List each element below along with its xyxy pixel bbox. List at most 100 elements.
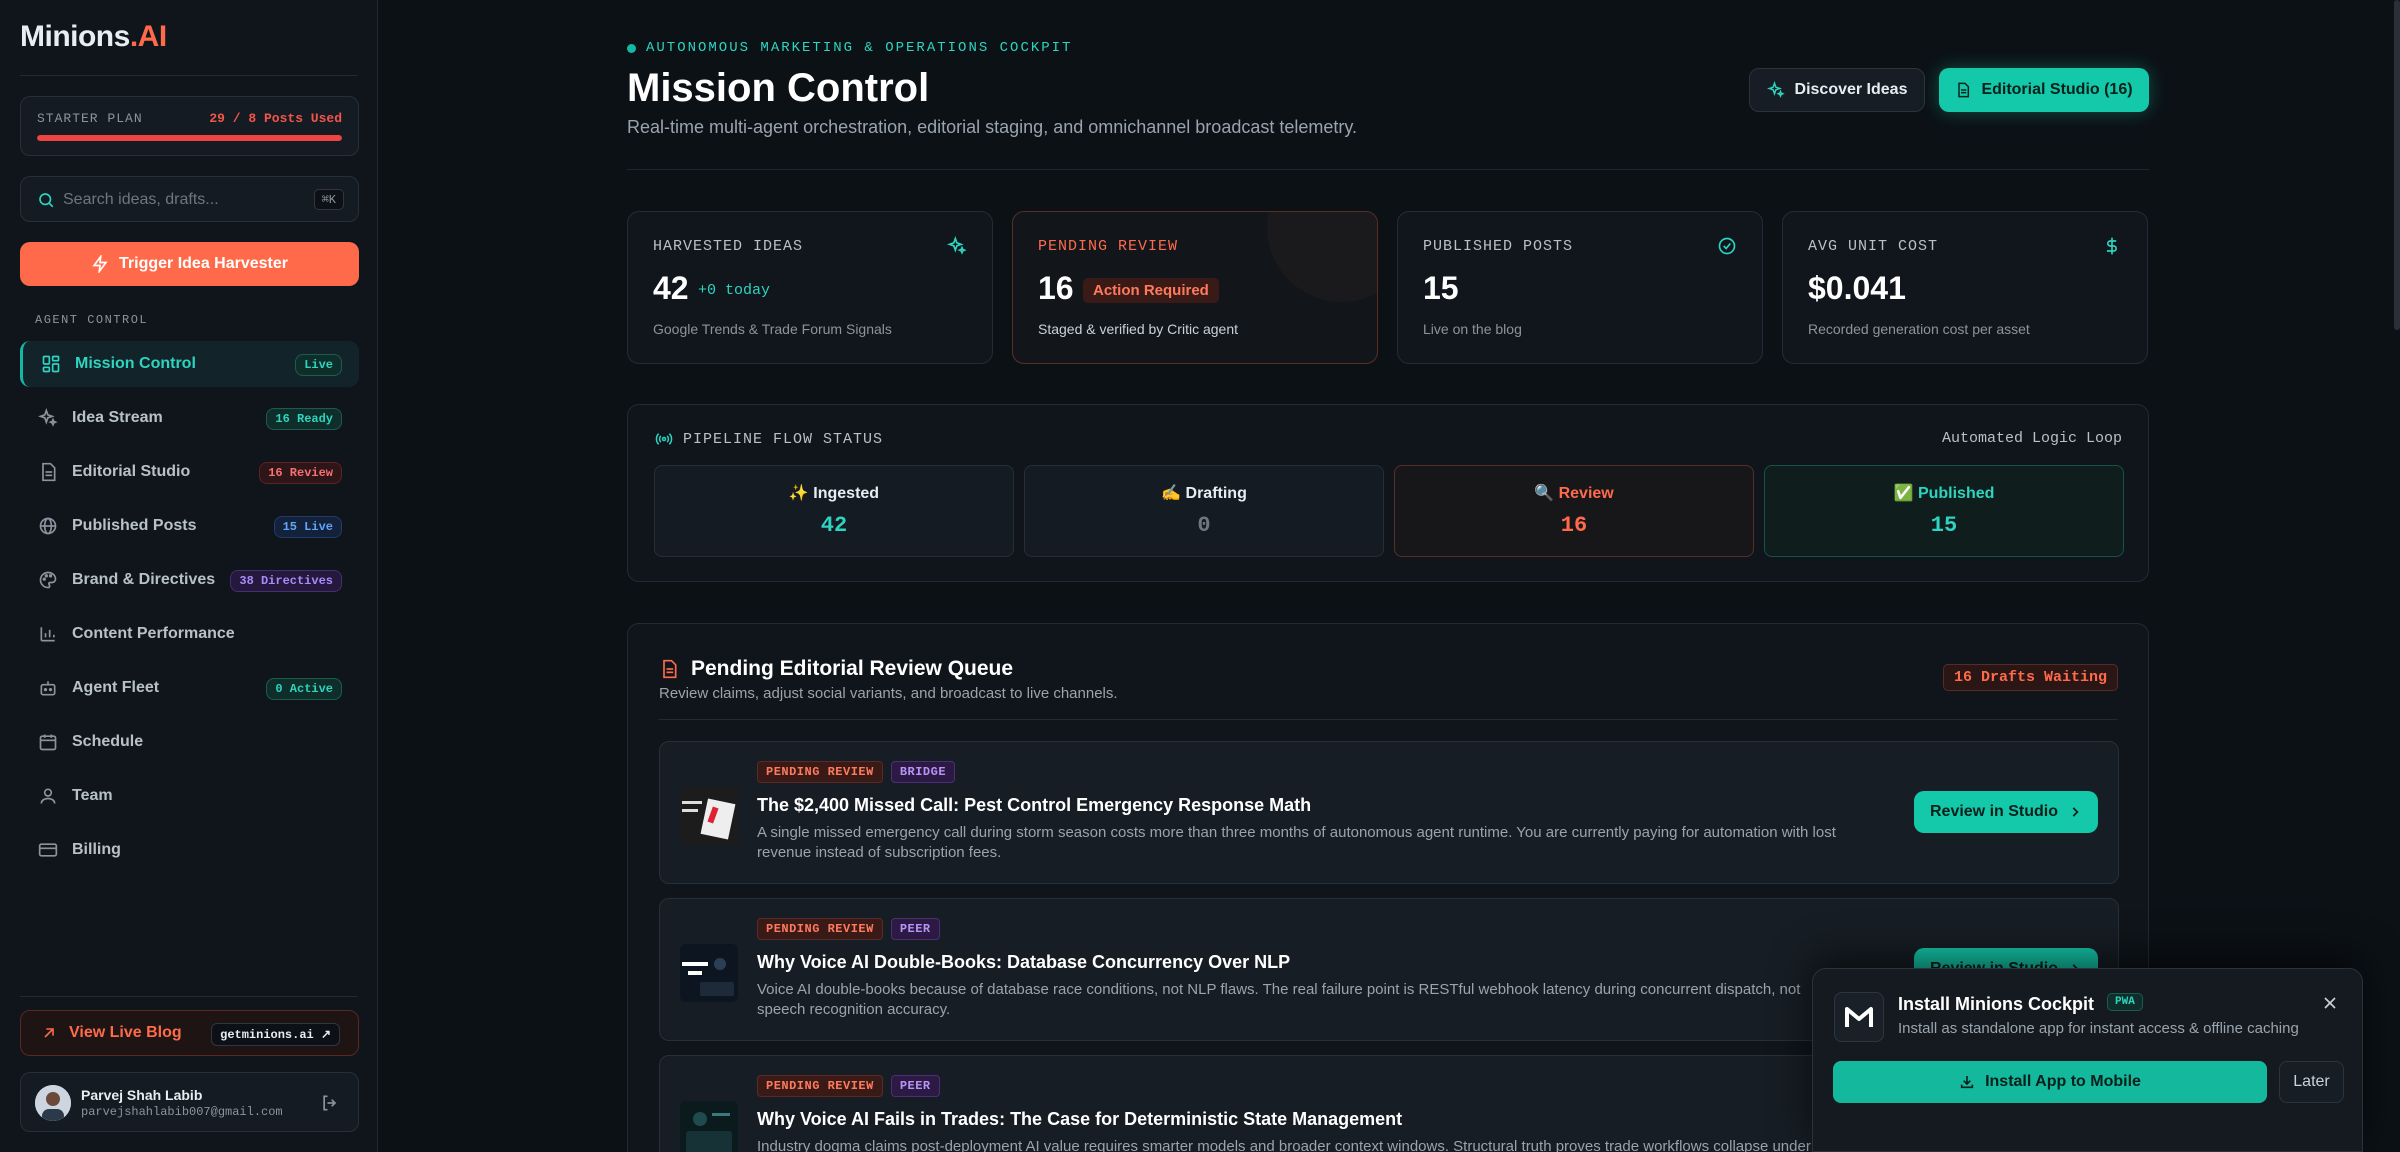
sidebar-item-mission-control[interactable]: Mission Control Live [20, 341, 359, 387]
palette-icon [39, 571, 57, 589]
post-thumbnail [680, 944, 738, 1002]
decorative-circle [1267, 212, 1377, 302]
stat-label: PUBLISHED POSTS [1423, 238, 1574, 255]
status-badge: PENDING REVIEW [757, 1075, 883, 1097]
nav-badge: 16 Review [259, 462, 342, 484]
editorial-studio-button[interactable]: Editorial Studio (16) [1939, 68, 2149, 112]
stage-label: ✨ Ingested [788, 485, 880, 502]
post-title: The $2,400 Missed Call: Pest Control Eme… [757, 795, 1312, 815]
stage-published[interactable]: ✅ Published 15 [1764, 465, 2124, 557]
stage-ingested[interactable]: ✨ Ingested 42 [654, 465, 1014, 557]
stat-card-avg-cost: AVG UNIT COST $0.041 Recorded generation… [1782, 211, 2148, 364]
install-label: Install App to Mobile [1985, 1073, 2141, 1090]
plan-label: STARTER PLAN [37, 111, 143, 126]
close-icon[interactable] [2320, 993, 2340, 1013]
stage-label: 🔍 Review [1534, 485, 1614, 502]
check-circle-icon [1718, 237, 1736, 255]
stat-card-harvested: HARVESTED IDEAS 42 +0 today Google Trend… [627, 211, 993, 364]
nav-badge: 38 Directives [230, 570, 342, 592]
review-button-label: Review in Studio [1929, 803, 2058, 820]
logout-icon[interactable] [320, 1093, 340, 1113]
sidebar-item-editorial-studio[interactable]: Editorial Studio 16 Review [20, 449, 359, 495]
stat-value: 16 [1038, 270, 1074, 306]
sidebar-divider [20, 75, 357, 76]
sidebar-item-billing[interactable]: Billing [20, 827, 359, 873]
stage-value: 42 [820, 513, 848, 538]
dashboard-icon [42, 355, 60, 373]
document-icon [663, 659, 677, 679]
calendar-icon [39, 734, 57, 751]
dollar-icon [2107, 237, 2117, 255]
page-scrollbar[interactable] [2394, 0, 2400, 330]
pipeline-flow-panel: PIPELINE FLOW STATUS Automated Logic Loo… [627, 404, 2149, 582]
sidebar-item-idea-stream[interactable]: Idea Stream 16 Ready [20, 395, 359, 441]
sidebar-item-content-performance[interactable]: Content Performance [20, 611, 359, 657]
stat-value: $0.041 [1808, 270, 1906, 306]
stat-description: Staged & verified by Critic agent [1038, 321, 1238, 337]
app-icon [1834, 992, 1884, 1042]
status-badge: PENDING REVIEW [757, 918, 883, 940]
eyebrow-text: AUTONOMOUS MARKETING & OPERATIONS COCKPI… [646, 40, 1073, 56]
avatar[interactable] [35, 1085, 71, 1121]
list-item[interactable]: PENDING REVIEW BRIDGE The $2,400 Missed … [659, 741, 2119, 884]
app-logo[interactable]: Minions.AI [20, 20, 167, 54]
nav-label: Editorial Studio [72, 463, 191, 480]
header-divider [627, 169, 2149, 170]
minions-logo-icon [1845, 1007, 1873, 1027]
install-app-button[interactable]: Install App to Mobile [1833, 1061, 2267, 1103]
stat-value: 42 [653, 270, 689, 306]
status-badge: PENDING REVIEW [757, 761, 883, 783]
user-icon [40, 788, 56, 804]
nav-badge: 0 Active [266, 678, 342, 700]
search-icon [39, 193, 54, 208]
editorial-label: Editorial Studio (16) [1981, 81, 2133, 98]
stage-review[interactable]: 🔍 Review 16 [1394, 465, 1754, 557]
sidebar-item-published-posts[interactable]: Published Posts 15 Live [20, 503, 359, 549]
sidebar-item-schedule[interactable]: Schedule [20, 719, 359, 765]
download-icon [1960, 1076, 1974, 1089]
document-icon [42, 462, 56, 482]
sidebar-item-brand-directives[interactable]: Brand & Directives 38 Directives [20, 557, 359, 603]
post-tags: PENDING REVIEW BRIDGE [757, 761, 956, 783]
later-button[interactable]: Later [2279, 1061, 2344, 1103]
nav-badge: 15 Live [273, 516, 342, 538]
type-badge: PEER [890, 1075, 940, 1097]
harvest-label: Trigger Idea Harvester [119, 255, 288, 272]
post-excerpt: Voice AI double-books because of databas… [757, 981, 1801, 1018]
type-badge: PEER [890, 918, 940, 940]
action-required-badge: Action Required [1083, 278, 1219, 303]
search-input[interactable] [63, 187, 293, 213]
nav-badge: 16 Ready [266, 408, 342, 430]
stage-drafting[interactable]: ✍️ Drafting 0 [1024, 465, 1384, 557]
install-app-toast: Install Minions Cockpit PWA Install as s… [1812, 968, 2363, 1152]
stage-value: 15 [1930, 513, 1958, 538]
review-in-studio-button[interactable]: Review in Studio [1914, 791, 2098, 833]
logo-accent: .AI [129, 20, 167, 53]
live-blog-domain: getminions.ai ↗ [211, 1023, 340, 1046]
view-live-blog-link[interactable]: View Live Blog getminions.ai ↗ [20, 1010, 359, 1056]
trigger-harvester-button[interactable]: Trigger Idea Harvester [20, 242, 359, 286]
sidebar-item-agent-fleet[interactable]: Agent Fleet 0 Active [20, 665, 359, 711]
stat-delta: +0 today [698, 282, 771, 299]
status-dot [627, 43, 636, 53]
discover-ideas-button[interactable]: Discover Ideas [1749, 68, 1925, 112]
search-shortcut: ⌘K [313, 189, 344, 210]
discover-label: Discover Ideas [1794, 81, 1908, 98]
search-box: ⌘K [20, 176, 359, 222]
sidebar-item-team[interactable]: Team [20, 773, 359, 819]
eyebrow: AUTONOMOUS MARKETING & OPERATIONS COCKPI… [627, 40, 1072, 56]
post-tags: PENDING REVIEW PEER [757, 918, 940, 940]
post-tags: PENDING REVIEW PEER [757, 1075, 940, 1097]
document-icon [1958, 82, 1970, 98]
pipeline-mode-label: Automated Logic Loop [1941, 430, 2122, 447]
post-thumbnail [680, 787, 738, 845]
nav-label: Published Posts [72, 517, 197, 534]
queue-divider [659, 719, 2117, 720]
post-title: Why Voice AI Double-Books: Database Conc… [757, 952, 1291, 972]
stage-value: 16 [1560, 513, 1588, 538]
plan-progress-bar [37, 135, 342, 141]
post-thumbnail [680, 1101, 738, 1152]
nav-badge: Live [295, 354, 342, 376]
plan-usage: 29 / 8 Posts Used [209, 111, 342, 126]
section-label: AGENT CONTROL [35, 313, 149, 327]
